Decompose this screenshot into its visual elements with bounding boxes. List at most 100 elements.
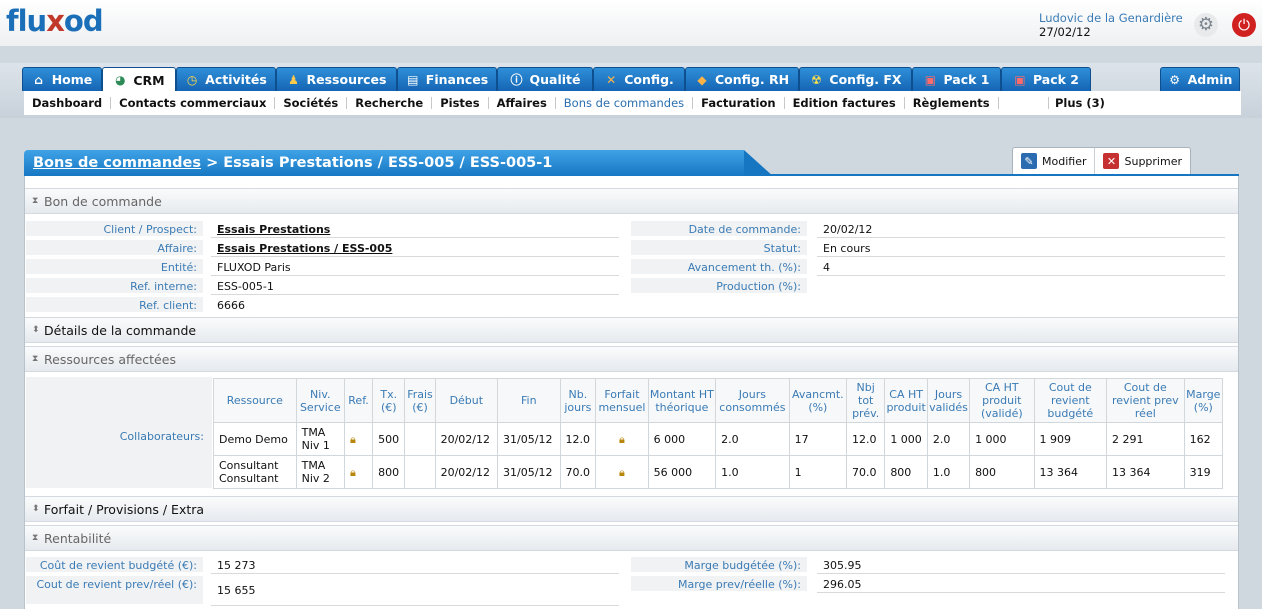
field-label: Affaire: (26, 240, 203, 257)
field-label: Date de commande: (631, 221, 807, 238)
field-value: 305.95 (817, 557, 1225, 574)
subnav-pistes[interactable]: Pistes (432, 97, 489, 109)
col-header: Frais (€) (404, 378, 436, 423)
field-label: Client / Prospect: (26, 221, 203, 238)
pie-icon: ◕ (115, 73, 126, 87)
resources-table: Ressource Niv. Service Ref. Tx. (€) Frai… (213, 378, 1224, 489)
top-header: fluxod Ludovic de la Genardière 27/02/12… (0, 0, 1262, 46)
cell (404, 455, 436, 489)
tab-config[interactable]: ✕ Config. (593, 67, 685, 91)
cell: 1.0 (715, 455, 790, 489)
col-header: Avancmt. (%) (788, 378, 848, 423)
clock-icon: ◷ (186, 72, 198, 87)
cell: 500 (372, 422, 406, 456)
cell: 70.0 (559, 455, 597, 489)
info-icon: ⓘ (510, 73, 523, 87)
subnav-facturation[interactable]: Facturation (693, 97, 785, 109)
cell: 56 000 (647, 455, 717, 489)
subnav-bons-de-commandes[interactable]: Bons de commandes (556, 97, 694, 109)
cell: 13 364 (1033, 455, 1108, 489)
cell: 20/02/12 (434, 455, 499, 489)
subnav-dashboard[interactable]: Dashboard (24, 97, 112, 109)
tab-crm[interactable]: ◕ CRM (102, 67, 176, 92)
current-date: 27/02/12 (1039, 25, 1091, 39)
cell: 319 (1183, 455, 1224, 489)
subnav-plus[interactable]: Plus (3) (1048, 97, 1105, 109)
field-value: En cours (817, 240, 1225, 257)
field-value: 296.05 (817, 576, 1225, 593)
section-bon-de-commande[interactable]: ⧗ Bon de commande (25, 188, 1238, 214)
tools-icon: ✕ (606, 72, 617, 87)
cell: 🔒︎ (343, 422, 374, 456)
field-label: Statut: (631, 240, 807, 257)
modify-button[interactable]: ✎ Modifier (1013, 148, 1096, 174)
home-icon: ⌂ (34, 72, 44, 87)
table-header-row: Ressource Niv. Service Ref. Tx. (€) Frai… (213, 378, 1224, 423)
tab-activites[interactable]: ◷ Activités (176, 67, 276, 91)
col-header: CA HT produit (884, 378, 928, 423)
edit-icon: ✎ (1021, 153, 1037, 169)
cell: 31/05/12 (497, 455, 561, 489)
field-label: Ref. client: (26, 297, 203, 314)
cell: 162 (1183, 422, 1224, 456)
tab-finances[interactable]: ▤ Finances (397, 67, 497, 91)
panel-title-bar: Bons de commandes > Essais Prestations /… (24, 147, 1239, 177)
subnav-reglements[interactable]: Règlements (905, 97, 999, 109)
col-header: CA HT produit (validé) (969, 378, 1035, 423)
breadcrumb-current: > Essais Prestations / ESS-005 / ESS-005… (201, 155, 553, 171)
affaire-link[interactable]: Essais Prestations / ESS-005 (211, 240, 619, 257)
tab-home[interactable]: ⌂ Home (22, 67, 102, 91)
tab-qualite[interactable]: ⓘ Qualité (497, 67, 593, 91)
client-link[interactable]: Essais Prestations (211, 221, 619, 238)
subnav-contacts-commerciaux[interactable]: Contacts commerciaux (111, 97, 276, 109)
section-rentabilite[interactable]: ⧗ Rentabilité (25, 525, 1238, 551)
tab-pack-1[interactable]: ▣ Pack 1 (912, 67, 1001, 91)
crm-subnav: Dashboard Contacts commerciaux Sociétés … (24, 91, 1241, 115)
subnav-affaires[interactable]: Affaires (489, 97, 556, 109)
order-panel: ⧗ Bon de commande Client / Prospect: Essa… (24, 176, 1239, 609)
field-label: Cout de revient prev/réel (€): (26, 576, 203, 606)
logout-power-icon[interactable]: ⏻ (1232, 13, 1256, 37)
tab-admin[interactable]: ⚙ Admin (1160, 67, 1240, 91)
cell: 1 (788, 455, 848, 489)
cell: 1 909 (1033, 422, 1108, 456)
field-value: 4 (817, 259, 1225, 276)
breadcrumb-bons-de-commandes[interactable]: Bons de commandes (33, 155, 201, 171)
section-ressources[interactable]: ⧗ Ressources affectées (25, 346, 1238, 372)
field-label: Ref. interne: (26, 278, 203, 295)
field-label: Entité: (26, 259, 203, 276)
collapse-icon: ⧗ (32, 354, 39, 364)
col-header: Forfait mensuel (595, 378, 649, 423)
field-label: Production (%): (631, 278, 807, 295)
cell: Consultant Consultant (213, 455, 297, 489)
subnav-societes[interactable]: Sociétés (275, 97, 348, 109)
expand-icon: ⬍ (32, 504, 40, 514)
subnav-edition-factures[interactable]: Edition factures (785, 97, 905, 109)
main-tabs: ⌂ Home ◕ CRM ◷ Activités ♟ Ressources ▤ Finan… (0, 67, 1262, 92)
tab-config-rh[interactable]: ◆ Config. RH (685, 67, 799, 91)
gift-icon: ▣ (1014, 72, 1026, 87)
tab-pack-2[interactable]: ▣ Pack 2 (1001, 67, 1091, 91)
collaborateurs-label: Collaborateurs: (26, 377, 212, 488)
field-value (817, 278, 1225, 295)
user-info: Ludovic de la Genardière 27/02/12 (1039, 11, 1183, 39)
col-header: Ressource (213, 378, 297, 423)
lock-icon: 🔒︎ (619, 432, 625, 446)
subnav-recherche[interactable]: Recherche (347, 97, 433, 109)
col-header: Cout de revient budgété (1033, 378, 1108, 423)
cell: 2 291 (1106, 422, 1185, 456)
user-name[interactable]: Ludovic de la Genardière (1039, 11, 1183, 25)
tab-config-fx[interactable]: ☢ Config. FX (799, 67, 912, 91)
expand-icon: ⬍ (32, 325, 40, 335)
field-label: Marge budgétée (%): (631, 557, 807, 574)
settings-gear-icon[interactable]: ⚙ (1194, 13, 1218, 37)
tab-ressources[interactable]: ♟ Ressources (276, 67, 397, 91)
section-forfait[interactable]: ⬍ Forfait / Provisions / Extra (25, 496, 1238, 522)
lock-icon: 🔒︎ (349, 432, 356, 446)
fluxod-logo[interactable]: fluxod (6, 3, 104, 39)
col-header: Nb. jours (559, 378, 597, 423)
delete-button[interactable]: ✕ Supprimer (1095, 148, 1190, 174)
section-details[interactable]: ⬍ Détails de la commande (25, 317, 1238, 343)
field-value: 6666 (217, 299, 245, 312)
field-value: ESS-005-1 (211, 278, 619, 295)
